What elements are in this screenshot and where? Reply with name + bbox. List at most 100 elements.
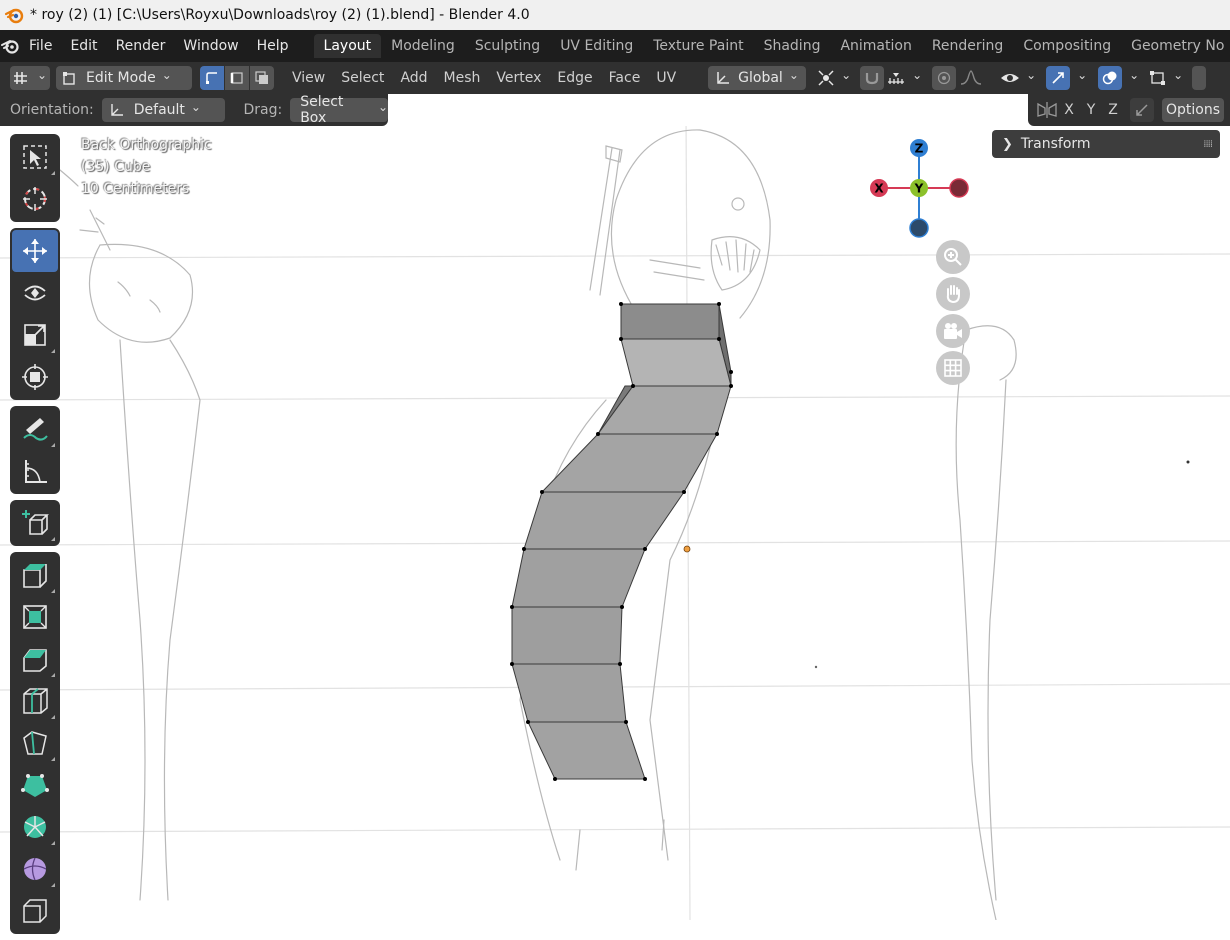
camera-icon <box>944 323 962 339</box>
perspective-toggle-button[interactable] <box>936 351 970 385</box>
options-label: Options <box>1165 102 1221 118</box>
gizmo-toggle[interactable] <box>1046 66 1071 90</box>
poly-build-tool[interactable] <box>12 764 58 806</box>
spin-tool[interactable] <box>12 806 58 848</box>
orientation-field-label: Orientation: <box>10 102 94 118</box>
menu-help[interactable]: Help <box>248 30 298 62</box>
menu-select[interactable]: Select <box>333 70 392 86</box>
mesh-face[interactable] <box>540 433 718 493</box>
mesh-face[interactable] <box>620 303 720 340</box>
snap-target-button[interactable] <box>884 66 924 90</box>
auto-merge-button[interactable] <box>1130 98 1154 122</box>
falloff-button[interactable] <box>956 66 986 90</box>
inset-tool[interactable] <box>12 596 58 638</box>
drag-handle-icon[interactable]: ⁞⁞⁞⁞ <box>1203 139 1213 150</box>
orientation-dropdown[interactable]: Default <box>101 98 226 122</box>
mesh-object-cube[interactable] <box>511 303 732 780</box>
menu-face[interactable]: Face <box>601 70 649 86</box>
tab-shading[interactable]: Shading <box>754 34 831 58</box>
overlays-toggle[interactable] <box>1098 66 1123 90</box>
cursor-tool[interactable] <box>12 178 58 220</box>
tab-geometry-nodes[interactable]: Geometry No <box>1121 34 1230 58</box>
pan-button[interactable] <box>936 277 970 311</box>
smooth-tool[interactable] <box>12 848 58 890</box>
tab-uv-editing[interactable]: UV Editing <box>550 34 643 58</box>
options-button[interactable]: Options <box>1162 98 1224 122</box>
annotate-tool[interactable] <box>12 408 58 450</box>
tab-texture-paint[interactable]: Texture Paint <box>643 34 753 58</box>
xray-toggle[interactable] <box>1192 66 1207 90</box>
tab-sculpting[interactable]: Sculpting <box>465 34 550 58</box>
mirror-z-button[interactable]: Z <box>1102 102 1124 118</box>
editor-type-button[interactable] <box>10 66 50 90</box>
drag-dropdown[interactable]: Select Box <box>290 94 388 126</box>
knife-tool[interactable] <box>12 722 58 764</box>
menu-edge[interactable]: Edge <box>549 70 600 86</box>
orientation-gizmo-icon <box>111 104 123 116</box>
menu-view[interactable]: View <box>284 70 333 86</box>
tab-animation[interactable]: Animation <box>830 34 921 58</box>
mesh-face[interactable] <box>597 385 732 435</box>
falloff-curve-icon <box>961 70 982 85</box>
add-cube-tool[interactable] <box>12 502 58 544</box>
bevel-tool[interactable] <box>12 638 58 680</box>
edge-slide-tool[interactable] <box>12 890 58 932</box>
measure-tool[interactable] <box>12 450 58 492</box>
zoom-button[interactable] <box>936 240 970 274</box>
blender-menu-icon[interactable] <box>0 30 20 62</box>
snap-toggle[interactable] <box>860 66 885 90</box>
auto-merge-icon <box>1136 104 1148 116</box>
edge-select-icon <box>230 72 243 84</box>
mesh-face[interactable] <box>620 338 732 387</box>
edge-select-button[interactable] <box>225 66 250 90</box>
loop-cut-tool[interactable] <box>12 680 58 722</box>
tab-layout[interactable]: Layout <box>313 34 382 58</box>
orientation-dropdown-value: Default <box>133 102 185 118</box>
menu-add[interactable]: Add <box>392 70 435 86</box>
mesh-face[interactable] <box>523 491 685 550</box>
mesh-face[interactable] <box>527 721 646 780</box>
select-box-tool[interactable] <box>12 136 58 178</box>
tab-modeling[interactable]: Modeling <box>381 34 465 58</box>
visibility-button[interactable] <box>1000 66 1036 90</box>
transform-orientation-selector[interactable]: Global <box>708 66 807 90</box>
rotate-tool[interactable] <box>12 272 58 314</box>
mesh-face[interactable] <box>511 548 646 608</box>
gizmo-neg-x-handle[interactable] <box>949 178 969 198</box>
tab-compositing[interactable]: Compositing <box>1013 34 1121 58</box>
hand-icon <box>946 285 960 304</box>
menu-vertex[interactable]: Vertex <box>488 70 549 86</box>
navigation-gizmo[interactable]: Z X Y <box>864 134 974 244</box>
mode-selector[interactable]: Edit Mode <box>56 66 192 90</box>
gizmo-options-button[interactable] <box>1070 66 1088 90</box>
menu-window[interactable]: Window <box>174 30 247 62</box>
mesh-face[interactable] <box>511 663 627 723</box>
mesh-face[interactable] <box>511 606 623 665</box>
overlays-options-button[interactable] <box>1122 66 1140 90</box>
3d-viewport[interactable]: Z X Y <box>0 126 1230 920</box>
vertex-select-button[interactable] <box>200 66 225 90</box>
transform-tool[interactable] <box>12 356 58 398</box>
extrude-tool[interactable] <box>12 554 58 596</box>
proportional-edit-toggle[interactable] <box>932 66 957 90</box>
edit-mode-icon <box>63 72 75 85</box>
menu-file[interactable]: File <box>20 30 61 62</box>
move-tool[interactable] <box>12 230 58 272</box>
menu-uv[interactable]: UV <box>648 70 684 86</box>
face-select-button[interactable] <box>250 66 274 90</box>
mesh-edit-overlay-button[interactable] <box>1148 66 1184 90</box>
pivot-point-button[interactable] <box>814 66 854 90</box>
menu-render[interactable]: Render <box>107 30 175 62</box>
tab-rendering[interactable]: Rendering <box>922 34 1014 58</box>
camera-view-button[interactable] <box>936 314 970 348</box>
gizmo-y-label: Y <box>914 182 924 196</box>
scale-tool[interactable] <box>12 314 58 356</box>
ruler-icon <box>25 460 47 483</box>
drag-dropdown-value: Select Box <box>300 94 344 126</box>
menu-mesh[interactable]: Mesh <box>436 70 489 86</box>
mirror-x-button[interactable]: X <box>1058 102 1080 118</box>
menu-edit[interactable]: Edit <box>61 30 106 62</box>
mirror-y-button[interactable]: Y <box>1080 102 1102 118</box>
gizmo-neg-z-handle[interactable] <box>909 218 929 238</box>
transform-panel-header[interactable]: ❯ Transform ⁞⁞⁞⁞ <box>992 130 1220 158</box>
